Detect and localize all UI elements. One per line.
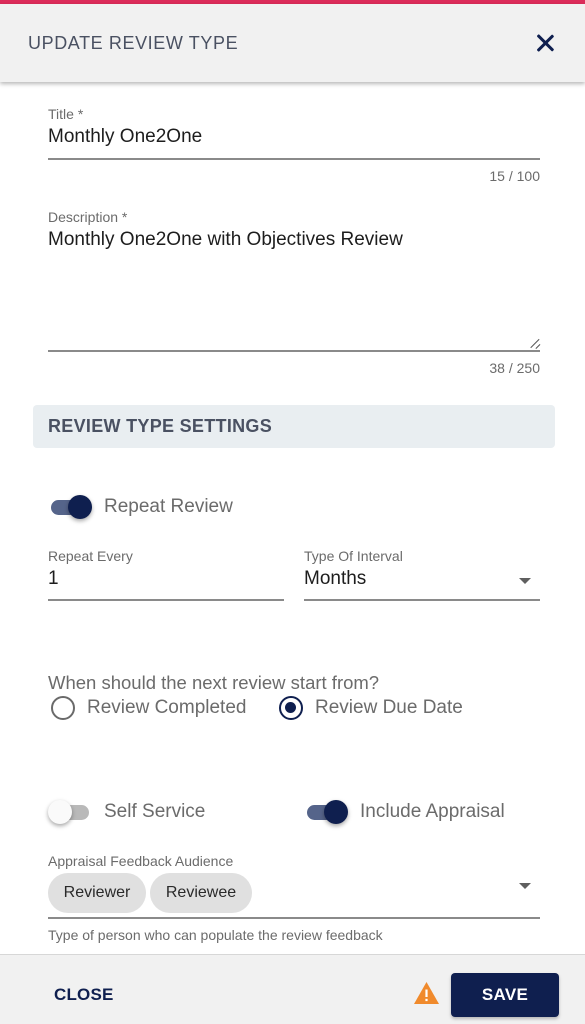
title-label: Title * xyxy=(48,106,84,122)
radio-review-completed[interactable] xyxy=(51,696,75,720)
radio-review-completed-label[interactable]: Review Completed xyxy=(87,697,246,719)
repeat-every-underline xyxy=(48,599,284,601)
repeat-every-field[interactable]: Repeat Every 1 xyxy=(48,548,284,602)
repeat-every-input[interactable]: 1 xyxy=(48,568,284,590)
description-char-counter: 38 / 250 xyxy=(489,360,540,376)
interval-type-value[interactable]: Months xyxy=(304,568,540,590)
chevron-down-icon[interactable] xyxy=(519,883,531,889)
toggle-thumb xyxy=(324,800,348,824)
description-label: Description * xyxy=(48,209,128,225)
chevron-down-icon[interactable] xyxy=(519,578,531,584)
next-review-question: When should the next review start from? xyxy=(48,672,380,693)
chip-reviewer[interactable]: Reviewer xyxy=(48,873,146,913)
close-button[interactable]: CLOSE xyxy=(54,985,114,1005)
radio-review-due-date-label[interactable]: Review Due Date xyxy=(315,697,463,719)
title-input[interactable]: Monthly One2One xyxy=(48,126,540,148)
title-field[interactable]: Title * Monthly One2One 15 / 100 xyxy=(48,106,540,186)
appraisal-audience-hint: Type of person who can populate the revi… xyxy=(48,927,383,943)
description-field[interactable]: Description * Monthly One2One with Objec… xyxy=(48,209,540,379)
title-underline xyxy=(48,158,540,160)
toggle-thumb xyxy=(48,800,72,824)
self-service-toggle[interactable] xyxy=(48,800,92,824)
interval-type-select[interactable]: Type Of Interval Months xyxy=(304,548,540,602)
section-header: REVIEW TYPE SETTINGS xyxy=(33,405,555,448)
interval-type-underline xyxy=(304,599,540,601)
self-service-label: Self Service xyxy=(104,801,206,822)
repeat-every-label: Repeat Every xyxy=(48,548,133,564)
description-underline xyxy=(48,350,540,352)
description-textarea[interactable]: Monthly One2One with Objectives Review xyxy=(48,229,540,251)
toggle-thumb xyxy=(68,495,92,519)
dialog-footer: CLOSE SAVE xyxy=(0,954,585,1024)
save-button[interactable]: SAVE xyxy=(451,973,559,1017)
appraisal-audience-underline xyxy=(48,917,540,919)
resize-handle-icon[interactable] xyxy=(528,337,540,349)
dialog-title: UPDATE REVIEW TYPE xyxy=(28,32,239,53)
interval-type-label: Type Of Interval xyxy=(304,548,403,564)
warning-icon[interactable] xyxy=(413,981,440,1005)
close-icon[interactable] xyxy=(533,31,557,55)
repeat-review-label: Repeat Review xyxy=(104,496,233,517)
radio-review-due-date[interactable] xyxy=(279,696,303,720)
repeat-review-toggle[interactable] xyxy=(48,495,92,519)
chip-reviewee[interactable]: Reviewee xyxy=(150,873,252,913)
include-appraisal-toggle[interactable] xyxy=(304,800,348,824)
title-char-counter: 15 / 100 xyxy=(489,168,540,184)
appraisal-audience-label: Appraisal Feedback Audience xyxy=(48,853,234,869)
dialog-content: Title * Monthly One2One 15 / 100 Descrip… xyxy=(0,82,585,954)
dialog-header: UPDATE REVIEW TYPE xyxy=(0,4,585,82)
appraisal-audience-select[interactable]: Appraisal Feedback Audience Reviewer Rev… xyxy=(48,853,540,919)
section-title: REVIEW TYPE SETTINGS xyxy=(48,416,273,436)
include-appraisal-label: Include Appraisal xyxy=(360,801,505,822)
